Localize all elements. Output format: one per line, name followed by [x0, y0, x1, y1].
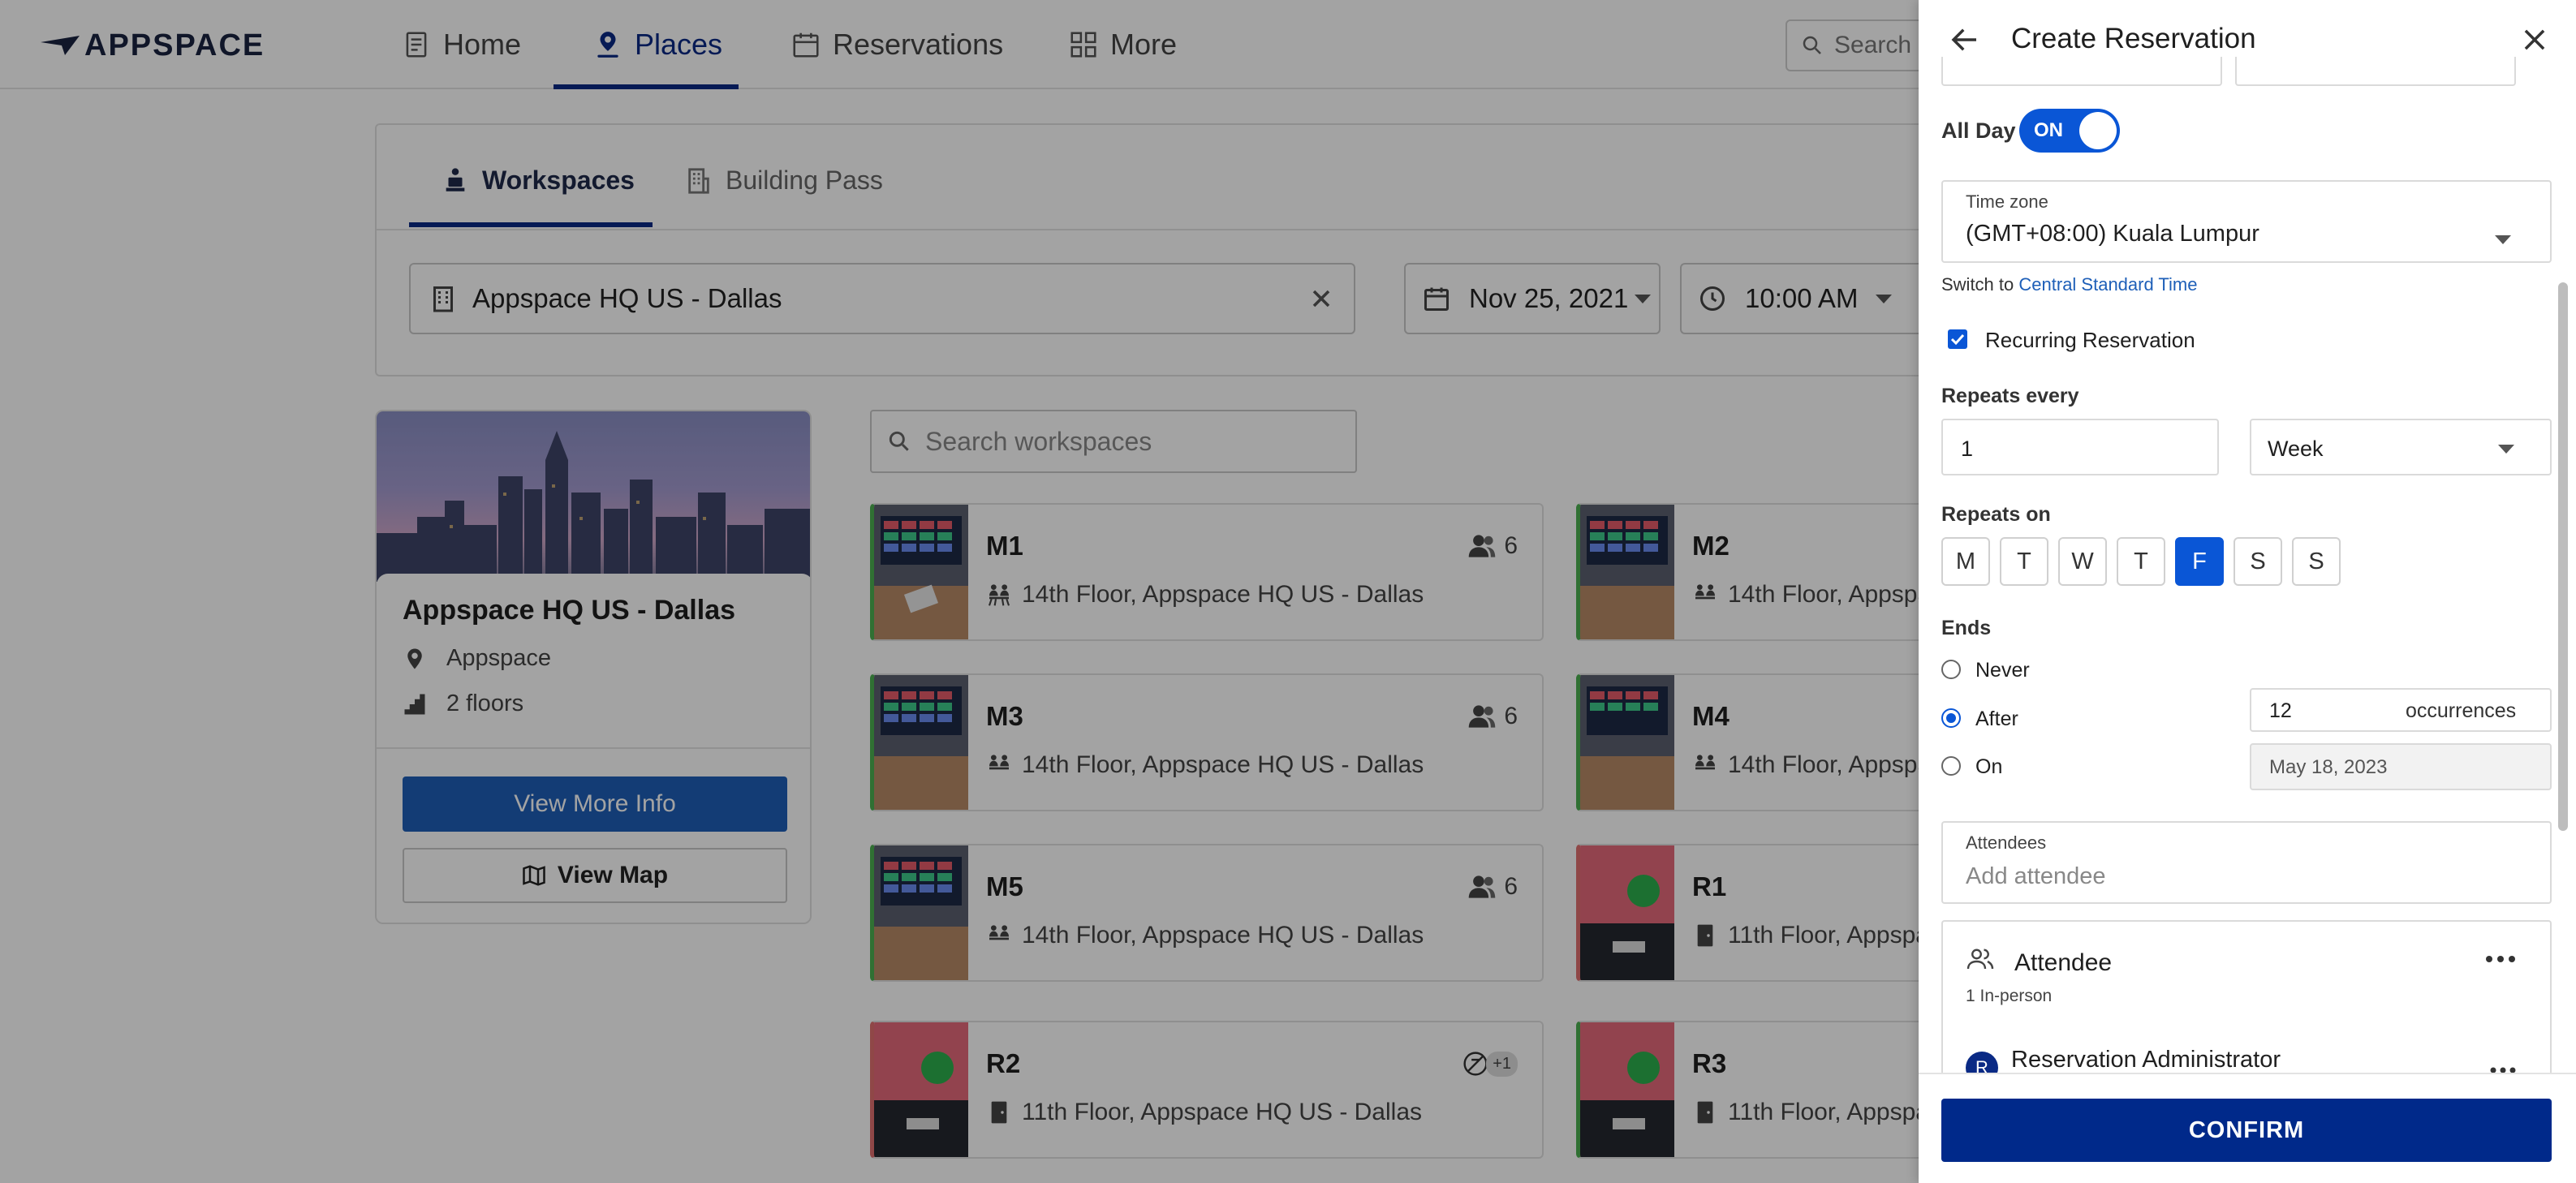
- ends-after-radio[interactable]: [1941, 708, 1961, 728]
- end-date-field[interactable]: [2235, 57, 2516, 86]
- day-toggle-sunday[interactable]: S: [2292, 537, 2341, 586]
- attendee-section-subtitle: 1 In-person: [1966, 987, 2053, 1005]
- more-options-icon[interactable]: [2485, 954, 2516, 964]
- day-toggle-monday[interactable]: M: [1941, 537, 1990, 586]
- repeats-on-label: Repeats on: [1941, 503, 2051, 526]
- timezone-select[interactable]: Time zone (GMT+08:00) Kuala Lumpur: [1941, 180, 2552, 263]
- occurrences-input[interactable]: 12 occurrences: [2250, 688, 2552, 732]
- attendee-section-title: Attendee: [2014, 949, 2113, 976]
- drawer-scrollbar[interactable]: [2558, 282, 2568, 831]
- modal-backdrop[interactable]: [0, 0, 1919, 1183]
- all-day-toggle[interactable]: ON: [2019, 109, 2120, 153]
- confirm-button[interactable]: CONFIRM: [1941, 1099, 2552, 1162]
- attendees-input[interactable]: Attendees Add attendee: [1941, 821, 2552, 904]
- repeats-every-input[interactable]: 1: [1941, 419, 2219, 475]
- occurrences-value: 12: [2269, 699, 2292, 722]
- ends-never-label: Never: [1975, 659, 2030, 682]
- checkmark-icon: [1950, 333, 1965, 346]
- toggle-knob: [2079, 112, 2117, 149]
- day-toggle-thursday[interactable]: T: [2117, 537, 2165, 586]
- timezone-label: Time zone: [1966, 191, 2048, 212]
- ends-on-radio[interactable]: [1941, 756, 1961, 776]
- back-arrow-icon[interactable]: [1948, 23, 1982, 57]
- ends-on-label: On: [1975, 755, 2003, 778]
- day-toggle-tuesday[interactable]: T: [2000, 537, 2048, 586]
- day-toggle-friday[interactable]: F: [2175, 537, 2224, 586]
- switch-prefix: Switch to: [1941, 274, 2014, 295]
- end-date-picker[interactable]: May 18, 2023: [2250, 743, 2552, 790]
- end-date-value: May 18, 2023: [2269, 756, 2388, 778]
- ends-never-radio[interactable]: [1941, 660, 1961, 679]
- all-day-label: All Day: [1941, 118, 2016, 143]
- attendees-placeholder: Add attendee: [1966, 863, 2106, 889]
- occurrences-unit: occurrences: [2406, 699, 2517, 722]
- timezone-value: (GMT+08:00) Kuala Lumpur: [1966, 221, 2259, 247]
- start-date-field[interactable]: [1941, 57, 2222, 86]
- repeats-unit-select[interactable]: Week: [2250, 419, 2552, 475]
- close-icon[interactable]: [2519, 24, 2550, 55]
- repeats-unit-value: Week: [2268, 437, 2324, 461]
- create-reservation-drawer: Create Reservation All Day ON Time zone …: [1919, 0, 2576, 1183]
- attendee-section: Attendee 1 In-person R Reservation Admin…: [1941, 920, 2552, 1084]
- recurring-label: Recurring Reservation: [1985, 328, 2195, 352]
- ends-after-label: After: [1975, 708, 2018, 730]
- day-toggle-wednesday[interactable]: W: [2058, 537, 2107, 586]
- people-outline-icon: [1966, 949, 1994, 970]
- ends-label: Ends: [1941, 617, 1992, 639]
- attendee-name: Reservation Administrator: [2011, 1047, 2281, 1073]
- repeats-every-value: 1: [1961, 437, 1974, 461]
- switch-timezone-row: Switch to Central Standard Time: [1941, 274, 2198, 295]
- switch-timezone-link[interactable]: Central Standard Time: [2018, 274, 2197, 295]
- chevron-down-icon: [2495, 235, 2511, 244]
- drawer-title: Create Reservation: [2011, 23, 2256, 54]
- all-day-toggle-state: ON: [2034, 119, 2063, 141]
- day-toggle-saturday[interactable]: S: [2234, 537, 2282, 586]
- chevron-down-icon: [2498, 445, 2514, 454]
- recurring-checkbox[interactable]: [1948, 329, 1967, 349]
- repeats-every-label: Repeats every: [1941, 385, 2079, 407]
- attendees-label: Attendees: [1966, 832, 2047, 853]
